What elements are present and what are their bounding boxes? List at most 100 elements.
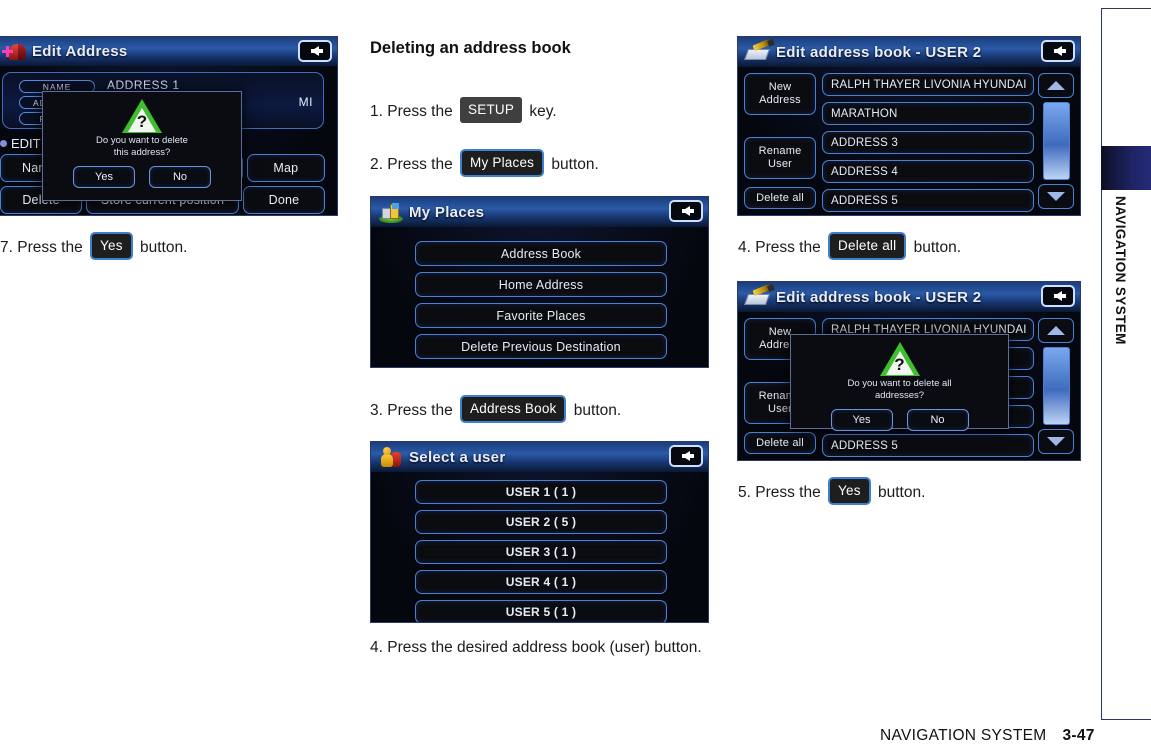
map-button[interactable]: Map [246,154,325,182]
delete-confirm-dialog: ? Do you want to delete this address? Ye… [42,91,242,201]
page-footer: NAVIGATION SYSTEM 3-47 [880,727,1095,745]
step-2-prefix: 2. Press the [370,156,453,173]
delete-all-button[interactable]: Delete all [744,432,816,454]
dialog-buttons: Yes No [791,409,1008,431]
address-entry-5[interactable]: ADDRESS 5 [822,189,1034,212]
step-7-text: 7. Press the Yes button. [0,232,187,260]
screen-title: Edit Address [32,43,128,60]
done-button[interactable]: Done [243,186,325,214]
step-4-right-suffix: button. [913,239,962,256]
scroll-up-icon[interactable] [1038,318,1074,343]
step-7-keycap: Yes [90,232,133,260]
address-entry-5[interactable]: ADDRESS 5 [822,434,1034,457]
bullet-icon [0,140,7,147]
delete-previous-destination-button[interactable]: Delete Previous Destination [415,334,667,359]
screen-body: USER 1 ( 1 ) USER 2 ( 5 ) USER 3 ( 1 ) U… [371,472,708,622]
dialog-yes-button[interactable]: Yes [830,409,893,431]
step-1-suffix: key. [529,103,557,120]
scroll-up-icon[interactable] [1038,73,1074,98]
step-3-text: 3. Press the Address Book button. [370,395,621,423]
user-4-button[interactable]: USER 4 ( 1 ) [415,570,667,594]
back-button[interactable] [669,200,703,222]
step-2-suffix: button. [551,156,599,173]
edit-label-text: EDIT [11,136,41,151]
step-7-prefix: 7. Press the [0,239,83,256]
address-book-button[interactable]: Address Book [415,241,667,266]
scrollbar[interactable] [1038,318,1074,454]
warning-question-icon: ? [879,342,920,376]
dialog-no-button[interactable]: No [149,166,211,188]
rename-user-line1: Rename [758,145,802,157]
step-3-keycap: Address Book [460,395,567,423]
scroll-thumb[interactable] [1042,102,1070,180]
scroll-down-icon[interactable] [1038,184,1074,209]
scroll-thumb[interactable] [1042,347,1070,425]
screen-edit-address-book: Edit address book - USER 2 New Address R… [737,36,1081,216]
user-3-button[interactable]: USER 3 ( 1 ) [415,540,667,564]
back-arrow-icon [682,206,694,216]
step-2-text: 2. Press the My Places button. [370,149,599,177]
section-tab [1101,146,1151,190]
delete-all-button[interactable]: Delete all [744,187,816,209]
user-list: USER 1 ( 1 ) USER 2 ( 5 ) USER 3 ( 1 ) U… [415,480,667,622]
user-1-button[interactable]: USER 1 ( 1 ) [415,480,667,504]
address-entry-4[interactable]: ADDRESS 4 [822,160,1034,183]
screen-title: My Places [409,203,485,221]
delete-all-confirm-dialog: ? Do you want to delete all addresses? Y… [790,334,1009,431]
back-button[interactable] [1041,285,1075,307]
back-button[interactable] [1041,40,1075,62]
address-entry-3[interactable]: ADDRESS 3 [822,131,1034,154]
section-tab-label: NAVIGATION SYSTEM [1113,196,1128,345]
user-2-button[interactable]: USER 2 ( 5 ) [415,510,667,534]
step-1-keycap: SETUP [460,97,523,123]
screen-header: Edit address book - USER 2 [738,282,1080,312]
screen-header: Edit Address [0,37,337,66]
footer-title: NAVIGATION SYSTEM [880,727,1047,744]
step-1-text: 1. Press the SETUP key. [370,97,557,123]
dialog-no-button[interactable]: No [906,409,969,431]
field-value-address: MI [298,95,313,109]
user-5-button[interactable]: USER 5 ( 1 ) [415,600,667,622]
step-1-prefix: 1. Press the [370,103,453,120]
address-entry-2[interactable]: MARATHON [822,102,1034,125]
dialog-message-line2: addresses? [874,390,925,401]
field-value-name: ADDRESS 1 [107,78,180,92]
warning-question-icon: ? [122,99,162,133]
screen-select-user: Select a user USER 1 ( 1 ) USER 2 ( 5 ) … [370,441,709,623]
manual-page: Edit Address NAME ADDRESS PHONE ADDRESS … [0,0,1151,753]
step-3-suffix: button. [573,402,622,419]
user-icon [377,445,405,469]
screen-body: Address Book Home Address Favorite Place… [371,227,708,367]
step-5-right-prefix: 5. Press the [738,484,821,501]
address-book-icon [743,283,775,309]
step-2-keycap: My Places [460,149,545,177]
scroll-down-icon[interactable] [1038,429,1074,454]
step-5-right-suffix: button. [877,484,926,501]
address-entry-list: RALPH THAYER LIVONIA HYUNDAI MARATHON AD… [822,73,1034,215]
address-entry-1[interactable]: RALPH THAYER LIVONIA HYUNDAI [822,73,1034,96]
back-arrow-icon [1054,46,1066,56]
back-button[interactable] [298,40,332,62]
screen-title: Edit address book - USER 2 [776,288,982,306]
step-3-prefix: 3. Press the [370,402,453,419]
back-arrow-icon [311,46,323,56]
screen-edit-address-book-confirm: Edit address book - USER 2 New Address R… [737,281,1081,461]
rename-user-line2: User [767,403,793,415]
mailbox-icon [0,40,28,64]
sidebar-actions: New Address Rename User Delete all [744,73,816,209]
edit-section-label: EDIT [0,136,41,151]
step-5-right-text: 5. Press the Yes button. [738,477,925,505]
screen-header: Select a user [371,442,708,472]
address-book-icon [743,38,775,64]
home-address-button[interactable]: Home Address [415,272,667,297]
step-4-middle-text: 4. Press the desired address book (user)… [370,639,702,656]
back-button[interactable] [669,445,703,467]
new-address-line1: New [768,81,792,93]
screen-body: New Address Rename User Delete all RALPH… [738,312,1080,460]
new-address-button[interactable]: New Address [744,73,816,115]
scrollbar[interactable] [1038,73,1074,209]
my-places-list: Address Book Home Address Favorite Place… [415,241,667,365]
rename-user-button[interactable]: Rename User [744,137,816,179]
dialog-yes-button[interactable]: Yes [73,166,135,188]
favorite-places-button[interactable]: Favorite Places [415,303,667,328]
